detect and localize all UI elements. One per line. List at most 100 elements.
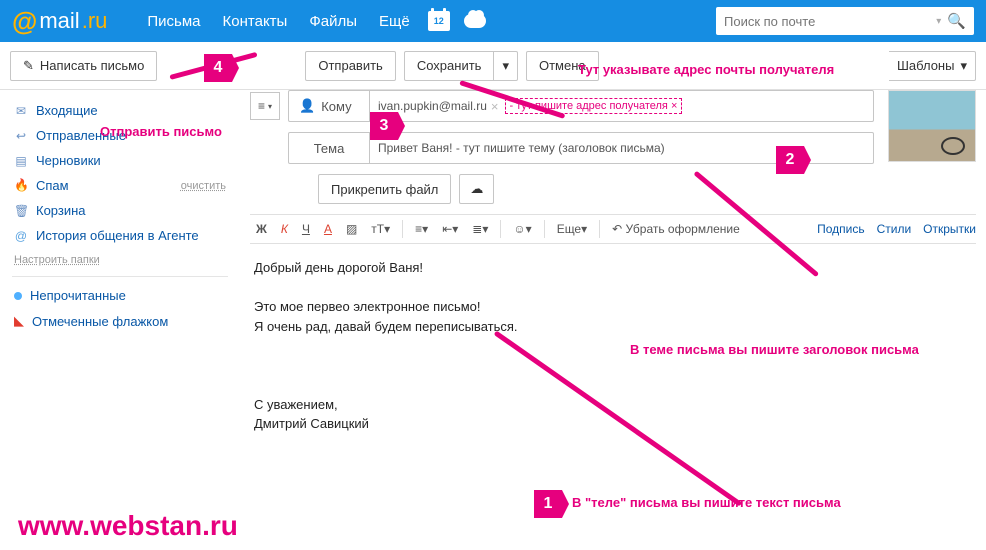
watermark: www.webstan.ru (18, 510, 238, 542)
search-dropdown-icon[interactable]: ▾ (936, 16, 941, 27)
format-toolbar: Ж К Ч A ▨ тТ▾ ≡▾ ⇤▾ ≣▾ ☺▾ Еще▾ ↶ Убрать … (250, 214, 976, 244)
calendar-day: 12 (434, 16, 444, 26)
fields-menu-button[interactable]: ≡▾ (250, 92, 280, 120)
calendar-icon[interactable]: 12 (428, 11, 450, 31)
signature-link[interactable]: Подпись (817, 222, 865, 236)
marker-4: 4 (204, 54, 232, 82)
attach-button[interactable]: Прикрепить файл (318, 174, 451, 204)
subject-label: Тема (314, 141, 345, 156)
chevron-down-icon: ▾ (960, 58, 967, 74)
save-button[interactable]: Сохранить (404, 51, 495, 81)
to-label-box: 👤 Кому (288, 90, 370, 122)
draft-icon: ▤ (14, 154, 28, 168)
cloud-icon: ☁ (470, 181, 483, 197)
top-icons: 12 (428, 11, 486, 31)
cards-link[interactable]: Открытки (923, 222, 976, 236)
recipient-email: ivan.pupkin@mail.ru (378, 99, 487, 113)
annot-subject: В теме письма вы пишите заголовок письма (630, 342, 919, 357)
marker-2: 2 (776, 146, 804, 174)
separator (599, 220, 600, 238)
folder-spam[interactable]: 🔥 Спам очистить (0, 173, 240, 198)
separator (402, 220, 403, 238)
folder-inbox[interactable]: ✉Входящие (0, 98, 240, 123)
recipient-avatar[interactable] (888, 90, 976, 162)
save-button-group: Сохранить ▾ (404, 51, 518, 81)
styles-link[interactable]: Стили (877, 222, 912, 236)
cloud-icon[interactable] (464, 14, 486, 28)
clear-spam-link[interactable]: очистить (181, 180, 226, 192)
templates-label: Шаблоны (897, 58, 955, 73)
search-input[interactable] (724, 14, 930, 29)
reply-icon: ↩ (14, 129, 28, 143)
logo-at: @ (12, 6, 37, 37)
trash-icon: 🗑 (14, 204, 28, 218)
to-label: Кому (321, 99, 351, 114)
send-button[interactable]: Отправить (305, 51, 395, 81)
search-box[interactable]: ▾ 🔍 (716, 7, 974, 35)
fmt-font-color[interactable]: A (318, 219, 338, 239)
nav-mail[interactable]: Письма (147, 13, 200, 30)
folder-trash[interactable]: 🗑 Корзина (0, 198, 240, 223)
sidebar: ✉Входящие ↩Отправленные ▤Черновики 🔥Спам… (0, 90, 240, 550)
toolbar-row: ✎ Написать письмо Отправить Сохранить ▾ … (0, 42, 986, 90)
search-icon[interactable]: 🔍 (947, 12, 966, 30)
fmt-right: Подпись Стили Открытки (817, 222, 976, 236)
folder-label: Спам (36, 178, 69, 193)
templates-button[interactable]: Шаблоны ▾ (889, 51, 976, 81)
fmt-emoji[interactable]: ☺▾ (507, 219, 537, 239)
flag-icon: ◣ (14, 313, 24, 329)
marker-1: 1 (534, 490, 562, 518)
folder-label: История общения в Агенте (36, 228, 199, 243)
folder-flagged[interactable]: ◣ Отмеченные флажком (0, 308, 240, 334)
top-nav: Письма Контакты Файлы Ещё (147, 13, 409, 30)
fmt-align[interactable]: ≡▾ (409, 219, 434, 239)
annot-body: В "теле" письма вы пишите текст письма (572, 495, 841, 510)
folder-label: Корзина (36, 203, 86, 218)
spam-icon: 🔥 (14, 178, 28, 193)
folder-unread[interactable]: Непрочитанные (0, 283, 240, 308)
fmt-underline[interactable]: Ч (296, 219, 316, 239)
remove-chip-icon[interactable]: × (491, 99, 499, 114)
pencil-icon: ✎ (23, 58, 34, 74)
folder-label: Отмеченные флажком (32, 314, 168, 329)
annot-send-letter: Отправить письмо (100, 124, 222, 139)
compose-area: ≡▾ 👤Кому ivan.pupkin@mail.ru× - тут пиши… (240, 90, 986, 550)
separator (544, 220, 545, 238)
compose-toolbar: Отправить Сохранить ▾ Отмена (305, 51, 598, 81)
fmt-highlight[interactable]: ▨ (340, 219, 363, 239)
attach-row: Прикрепить файл ☁ (318, 174, 976, 204)
cloud-attach-button[interactable]: ☁ (459, 174, 494, 204)
annot-recipient: Тут указывате адрес почты получателя (578, 62, 834, 77)
to-input[interactable]: ivan.pupkin@mail.ru× - тут пишите адрес … (370, 90, 874, 122)
configure-folders-link[interactable]: Настроить папки (0, 248, 240, 272)
folder-label: Непрочитанные (30, 288, 126, 303)
logo-ru: .ru (82, 8, 108, 34)
fmt-italic[interactable]: К (275, 219, 294, 239)
fmt-more[interactable]: Еще▾ (551, 219, 593, 239)
folder-agent[interactable]: @ История общения в Агенте (0, 223, 240, 248)
separator (12, 276, 228, 277)
compose-button[interactable]: ✎ Написать письмо (10, 51, 157, 81)
fmt-list[interactable]: ≣▾ (466, 219, 494, 239)
fmt-size[interactable]: тТ▾ (365, 219, 396, 239)
folder-label: Входящие (36, 103, 98, 118)
folder-label: Черновики (36, 153, 101, 168)
nav-more[interactable]: Ещё (379, 13, 410, 30)
separator (500, 220, 501, 238)
top-bar: @ mail .ru Письма Контакты Файлы Ещё 12 … (0, 0, 986, 42)
fmt-bold[interactable]: Ж (250, 219, 273, 239)
nav-files[interactable]: Файлы (309, 13, 357, 30)
unread-dot-icon (14, 292, 22, 300)
marker-3: 3 (370, 112, 398, 140)
subject-value: Привет Ваня! - тут пишите тему (заголово… (378, 141, 665, 155)
nav-contacts[interactable]: Контакты (223, 13, 288, 30)
save-dropdown-button[interactable]: ▾ (494, 51, 518, 81)
templates-button-group: Шаблоны ▾ (889, 51, 976, 81)
fmt-indent[interactable]: ⇤▾ (436, 219, 464, 239)
folder-drafts[interactable]: ▤ Черновики (0, 148, 240, 173)
agent-icon: @ (14, 229, 28, 243)
compose-label: Написать письмо (40, 58, 144, 73)
logo[interactable]: @ mail .ru (12, 6, 107, 37)
fmt-remove[interactable]: ↶ Убрать оформление (606, 219, 746, 239)
person-icon: 👤 (299, 98, 315, 114)
